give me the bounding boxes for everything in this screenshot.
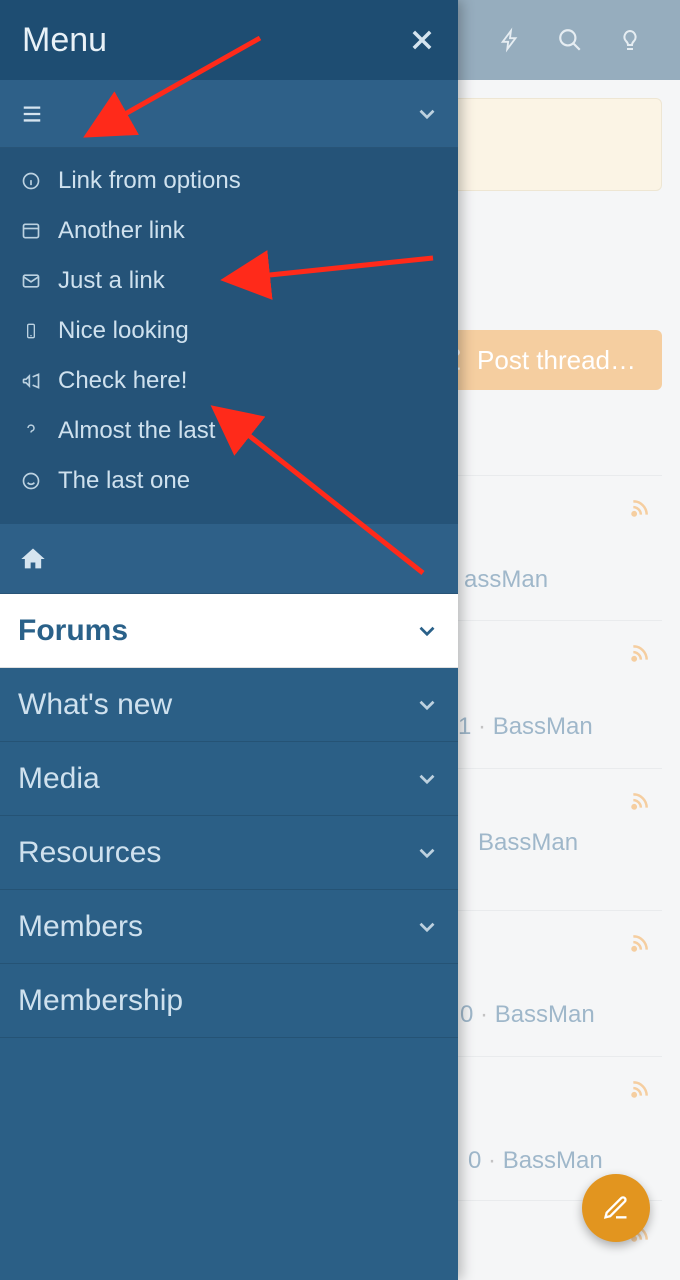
option-another-link[interactable]: Another link [0, 206, 458, 256]
options-list: Link from options Another link Just a li… [0, 148, 458, 524]
hamburger-icon [18, 103, 46, 125]
megaphone-icon [18, 371, 44, 391]
mail-icon [18, 271, 44, 291]
smile-icon [18, 471, 44, 491]
nav-label: Resources [18, 836, 161, 870]
chevron-down-icon[interactable] [414, 692, 440, 718]
option-link-from-options[interactable]: Link from options [0, 156, 458, 206]
window-icon [18, 221, 44, 241]
nav-whats-new[interactable]: What's new [0, 668, 458, 742]
chevron-down-icon[interactable] [414, 840, 440, 866]
option-just-a-link[interactable]: Just a link [0, 256, 458, 306]
option-label: Almost the last [58, 417, 215, 445]
option-label: Check here! [58, 367, 187, 395]
option-almost-the-last[interactable]: Almost the last [0, 406, 458, 456]
chevron-down-icon[interactable] [414, 914, 440, 940]
menu-title: Menu [22, 21, 107, 60]
close-icon[interactable] [408, 26, 436, 54]
option-label: Another link [58, 217, 185, 245]
option-the-last-one[interactable]: The last one [0, 456, 458, 506]
option-label: Nice looking [58, 317, 189, 345]
nav-label: What's new [18, 688, 172, 722]
nav-membership[interactable]: Membership [0, 964, 458, 1038]
nav-label: Membership [18, 984, 183, 1018]
nav-forums[interactable]: Forums [0, 594, 458, 668]
question-icon [18, 420, 44, 442]
chevron-down-icon[interactable] [414, 766, 440, 792]
nav-label: Media [18, 762, 100, 796]
nav-resources[interactable]: Resources [0, 816, 458, 890]
compose-fab[interactable] [582, 1174, 650, 1242]
phone-icon [18, 320, 44, 342]
nav-members[interactable]: Members [0, 890, 458, 964]
overlay-dim[interactable] [458, 0, 680, 1280]
home-icon [18, 545, 48, 573]
option-label: Link from options [58, 167, 241, 195]
option-label: Just a link [58, 267, 165, 295]
nav-media[interactable]: Media [0, 742, 458, 816]
nav-label: Forums [18, 614, 128, 648]
menu-header: Menu [0, 0, 458, 80]
option-nice-looking[interactable]: Nice looking [0, 306, 458, 356]
chevron-down-icon[interactable] [414, 618, 440, 644]
nav-home[interactable] [0, 524, 458, 594]
hamburger-row[interactable] [0, 80, 458, 148]
option-check-here[interactable]: Check here! [0, 356, 458, 406]
side-menu: Menu Link from options Another link Just… [0, 0, 458, 1280]
option-label: The last one [58, 467, 190, 495]
chevron-down-icon[interactable] [414, 101, 440, 127]
info-icon [18, 171, 44, 191]
nav-label: Members [18, 910, 143, 944]
